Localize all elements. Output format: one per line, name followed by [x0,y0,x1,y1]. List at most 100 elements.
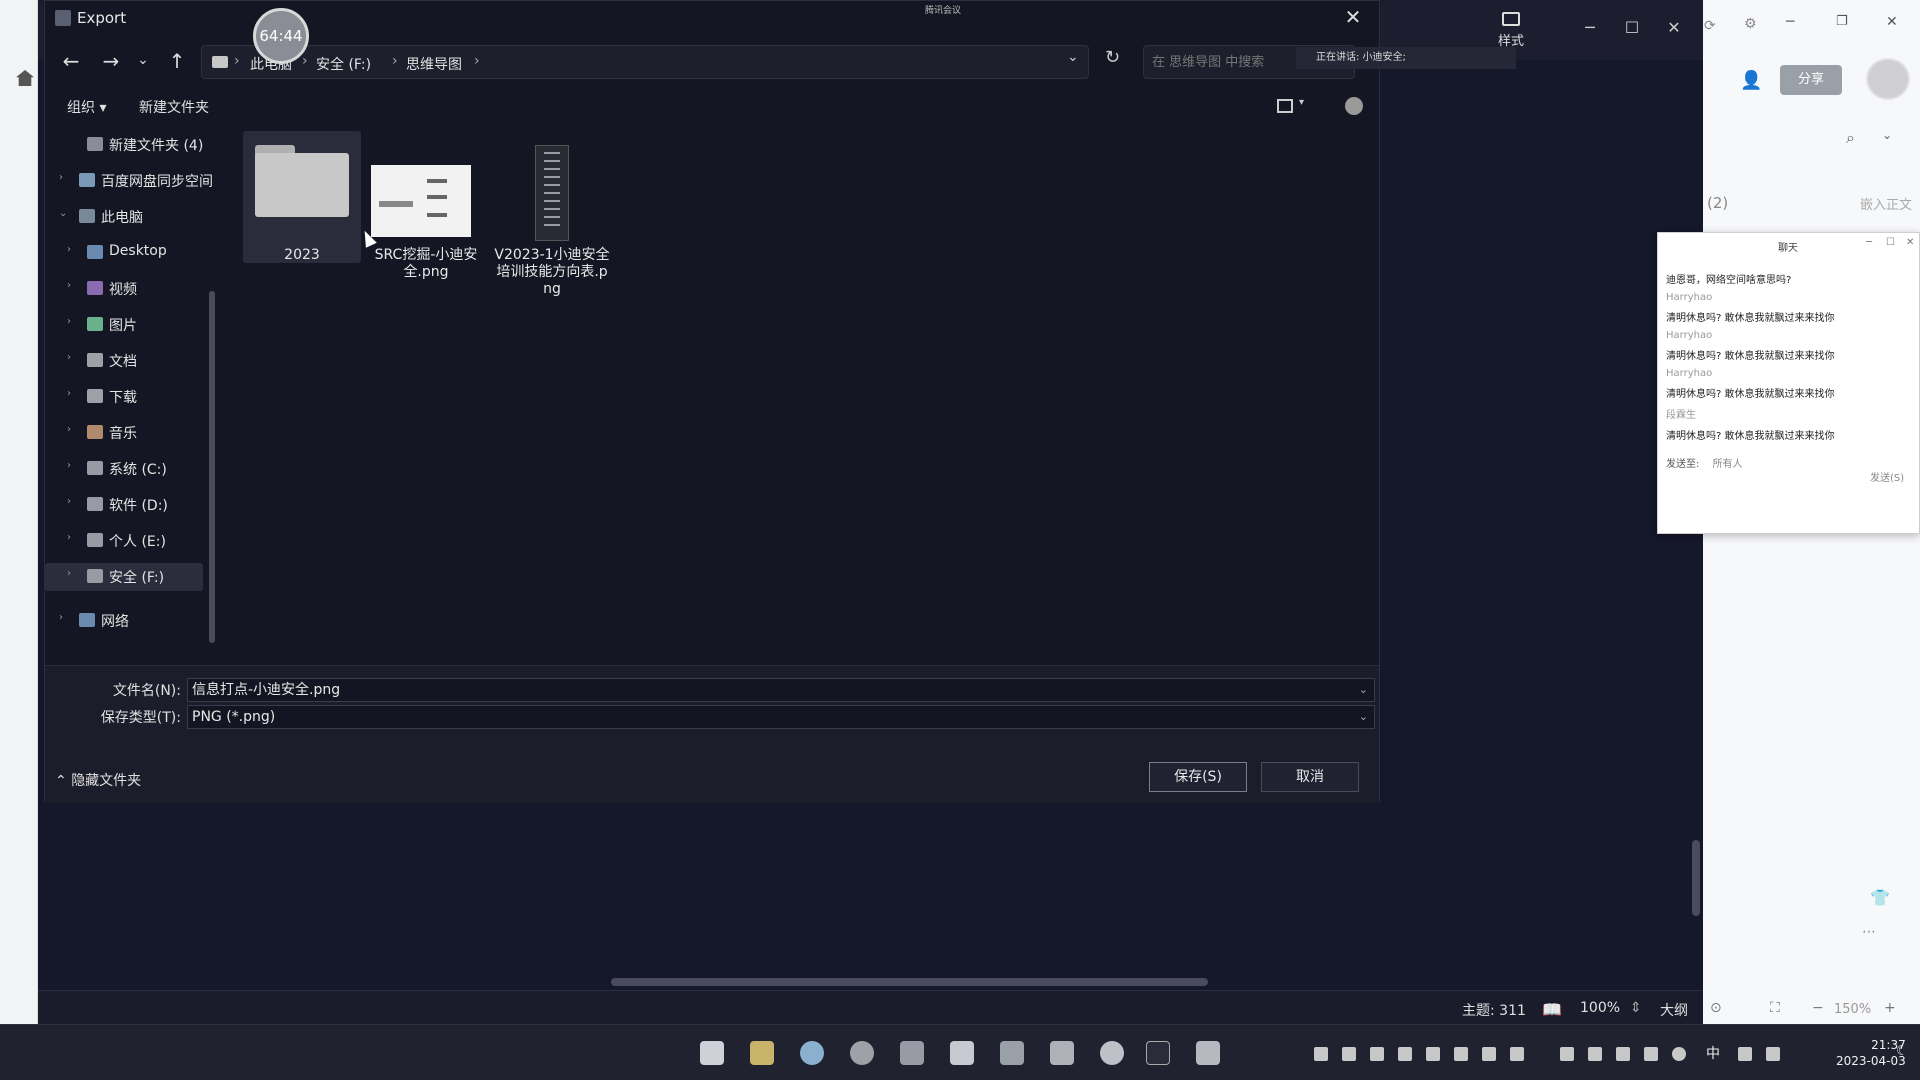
tray-app-icon[interactable] [1370,1047,1384,1061]
settings-app-icon[interactable] [1100,1041,1124,1065]
chevron-right-icon[interactable]: › [67,568,71,579]
up-icon[interactable]: ↑ [163,49,191,73]
tray-app-icon[interactable] [1510,1047,1524,1061]
chat-close-icon[interactable]: ✕ [1906,237,1914,248]
book-icon[interactable]: 📖 [1542,1000,1562,1019]
chevron-down-icon[interactable]: ⌄ [1359,679,1368,701]
tray-app-icon[interactable] [1342,1047,1356,1061]
panel-minimize-icon[interactable]: ─ [1786,14,1794,30]
home-icon[interactable] [16,70,34,86]
microphone-icon[interactable] [1672,1047,1686,1061]
nav-item-drive-f[interactable]: › 安全 (F:) [45,563,203,591]
chrome-icon[interactable] [850,1041,874,1065]
edge-icon[interactable] [800,1041,824,1065]
zoom-in-icon[interactable]: + [1884,1000,1896,1016]
chevron-right-icon[interactable]: › [59,612,63,623]
panel-restore-icon[interactable]: ❐ [1836,14,1848,29]
outline-button[interactable]: 大纲 [1660,1000,1688,1020]
editor-app-icon[interactable] [1050,1041,1074,1065]
filename-input[interactable]: 信息打点-小迪安全.png ⌄ [187,678,1375,702]
avatar[interactable] [1866,58,1910,100]
file-explorer-icon[interactable] [750,1041,774,1065]
chevron-right-icon[interactable]: › [67,352,71,363]
filetype-select[interactable]: PNG (*.png) ⌄ [187,705,1375,729]
settings-icon[interactable]: ⚙ [1744,16,1757,32]
chevron-right-icon[interactable]: › [67,532,71,543]
recent-dropdown-icon[interactable]: ⌄ [129,52,157,68]
nav-item-network[interactable]: › 网络 [45,607,203,635]
chevron-right-icon[interactable]: › [67,316,71,327]
chevron-right-icon[interactable]: › [67,388,71,399]
share-button[interactable]: 分享 [1780,65,1842,95]
nav-scrollbar[interactable] [209,291,215,643]
maximize-icon[interactable]: ☐ [1620,18,1644,37]
chevron-right-icon[interactable]: › [67,424,71,435]
file-item-image[interactable]: SRC挖掘-小迪安全.png [367,131,485,280]
horizontal-scrollbar[interactable] [48,976,1688,988]
terminal-icon[interactable] [1146,1041,1170,1065]
insert-text-link[interactable]: 嵌入正文 [1860,194,1912,213]
forward-icon[interactable]: → [97,49,125,73]
zoom-out-icon[interactable]: − [1812,1000,1824,1016]
chevron-right-icon[interactable]: › [67,460,71,471]
send-to-select[interactable]: 所有人 [1713,459,1743,470]
more-icon[interactable]: ⋯ [1862,924,1876,940]
chevron-right-icon[interactable]: › [67,244,71,255]
start-icon[interactable] [700,1041,724,1065]
add-user-icon[interactable]: 👤 [1740,70,1762,91]
nav-item-music[interactable]: › 音乐 [45,419,203,447]
shirt-icon[interactable]: 👕 [1870,888,1890,907]
image-app-icon[interactable] [1000,1041,1024,1065]
chevron-down-icon[interactable]: ⌄ [1359,706,1368,728]
minimize-icon[interactable]: ─ [1578,18,1602,37]
steam-icon[interactable] [900,1041,924,1065]
tray-app-icon[interactable] [1482,1047,1496,1061]
notes-app-icon[interactable] [950,1041,974,1065]
breadcrumb-mindmap[interactable]: 思维导图 [406,54,462,74]
zoom-stepper-icon[interactable]: ⇕ [1630,1000,1642,1016]
sync-icon[interactable]: ⟳ [1704,18,1716,34]
chat-minimize-icon[interactable]: ─ [1866,237,1872,248]
tray-app-icon[interactable] [1314,1047,1328,1061]
back-icon[interactable]: ← [57,49,85,73]
close-icon[interactable]: ✕ [1662,18,1686,37]
help-icon[interactable] [1345,97,1363,115]
search-icon[interactable]: ⌕ [1846,128,1855,148]
nav-item-videos[interactable]: › 视频 [45,275,203,303]
fullscreen-icon[interactable]: ⛶ [1770,1000,1780,1016]
chevron-down-icon[interactable]: ⌄ [1882,128,1892,142]
zoom-level[interactable]: 100% [1580,1000,1620,1016]
tray-app-icon[interactable] [1616,1047,1630,1061]
xmind-icon[interactable] [1196,1041,1220,1065]
vertical-scrollbar[interactable] [1692,840,1700,916]
nav-item-pictures[interactable]: › 图片 [45,311,203,339]
address-bar[interactable]: › 此电脑 › 安全 (F:) › 思维导图 › [201,45,1089,79]
volume-icon[interactable] [1766,1047,1780,1061]
tray-app-icon[interactable] [1398,1047,1412,1061]
close-icon[interactable]: ✕ [1339,5,1367,29]
file-item-image[interactable]: V2023-1小迪安全培训技能方向表.png [493,131,611,297]
chevron-down-icon[interactable]: ⌄ [59,208,67,219]
tray-app-icon[interactable] [1588,1047,1602,1061]
save-button[interactable]: 保存(S) [1149,762,1247,792]
nav-item-downloads[interactable]: › 下载 [45,383,203,411]
refresh-icon[interactable]: ↻ [1105,47,1120,68]
address-dropdown-icon[interactable]: ⌄ [1067,49,1079,65]
chevron-right-icon[interactable]: › [67,496,71,507]
cancel-button[interactable]: 取消 [1261,762,1359,792]
nav-item-this-pc[interactable]: ⌄ 此电脑 [45,203,203,231]
view-options-button[interactable]: ▾ [1277,97,1311,117]
chevron-right-icon[interactable]: › [59,172,63,183]
hide-folders-toggle[interactable]: ⌃ 隐藏文件夹 [55,770,141,790]
nav-item-new-folder[interactable]: 新建文件夹 (4) [45,131,203,159]
network-icon[interactable] [1738,1047,1752,1061]
file-item-folder[interactable]: 2023 [243,131,361,263]
nav-item-drive-d[interactable]: › 软件 (D:) [45,491,203,519]
chat-maximize-icon[interactable]: ☐ [1886,237,1895,248]
organize-button[interactable]: 组织 ▾ [67,97,106,117]
nav-item-desktop[interactable]: › Desktop [45,239,203,267]
nav-item-baidu-sync[interactable]: › 百度网盘同步空间 [45,167,213,195]
tray-app-icon[interactable] [1560,1047,1574,1061]
input-method-indicator[interactable]: 中 [1706,1043,1720,1063]
nav-item-drive-e[interactable]: › 个人 (E:) [45,527,203,555]
